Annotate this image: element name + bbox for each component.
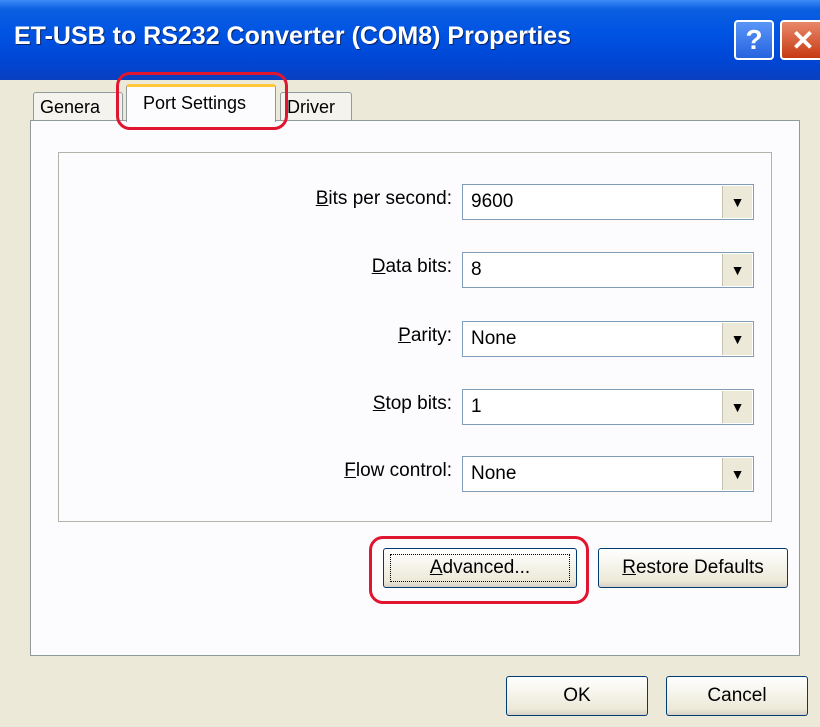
stop-bits-label: Stop bits: bbox=[372, 393, 452, 414]
advanced-button[interactable]: Advanced... bbox=[383, 548, 577, 588]
window-title: ET-USB to RS232 Converter (COM8) Propert… bbox=[14, 22, 572, 50]
chevron-down-icon[interactable]: ▼ bbox=[722, 391, 752, 423]
properties-dialog: ET-USB to RS232 Converter (COM8) Propert… bbox=[0, 0, 820, 727]
restore-defaults-label: Restore Defaults bbox=[622, 557, 764, 578]
ok-button[interactable]: OK bbox=[506, 676, 648, 716]
ok-button-label: OK bbox=[563, 685, 591, 706]
parity-label: Parity: bbox=[398, 325, 452, 346]
data-bits-label: Data bits: bbox=[371, 256, 452, 277]
bits-per-second-value: 9600 bbox=[471, 191, 514, 212]
bits-per-second-label: Bits per second: bbox=[315, 188, 452, 209]
chevron-down-icon[interactable]: ▼ bbox=[722, 186, 752, 218]
tab-driver-label: Driver bbox=[287, 97, 335, 117]
tab-port-settings[interactable]: Port Settings bbox=[126, 84, 276, 122]
chevron-down-icon[interactable]: ▼ bbox=[722, 254, 752, 286]
close-icon: ✕ bbox=[791, 24, 815, 56]
parity-select[interactable]: None ▼ bbox=[462, 321, 754, 357]
title-bar[interactable]: ET-USB to RS232 Converter (COM8) Propert… bbox=[0, 0, 820, 80]
focus-rectangle bbox=[390, 554, 570, 582]
chevron-down-icon[interactable]: ▼ bbox=[722, 458, 752, 490]
tab-general-label: Genera bbox=[40, 97, 101, 117]
stop-bits-select[interactable]: 1 ▼ bbox=[462, 389, 754, 425]
flow-control-label: Flow control: bbox=[344, 460, 452, 481]
tab-driver[interactable]: Driver bbox=[280, 92, 352, 120]
help-button[interactable]: ? bbox=[734, 20, 774, 60]
stop-bits-value: 1 bbox=[471, 396, 482, 417]
tab-general[interactable]: Genera bbox=[33, 92, 123, 120]
help-icon: ? bbox=[745, 24, 763, 55]
parity-value: None bbox=[471, 328, 517, 349]
chevron-down-icon[interactable]: ▼ bbox=[722, 323, 752, 355]
restore-defaults-button[interactable]: Restore Defaults bbox=[598, 548, 788, 588]
close-button[interactable]: ✕ bbox=[780, 20, 820, 60]
data-bits-value: 8 bbox=[471, 259, 482, 280]
cancel-button[interactable]: Cancel bbox=[666, 676, 808, 716]
cancel-button-label: Cancel bbox=[707, 685, 767, 706]
flow-control-select[interactable]: None ▼ bbox=[462, 456, 754, 492]
tab-port-settings-label: Port Settings bbox=[143, 93, 247, 113]
flow-control-value: None bbox=[471, 463, 517, 484]
data-bits-select[interactable]: 8 ▼ bbox=[462, 252, 754, 288]
bits-per-second-select[interactable]: 9600 ▼ bbox=[462, 184, 754, 220]
